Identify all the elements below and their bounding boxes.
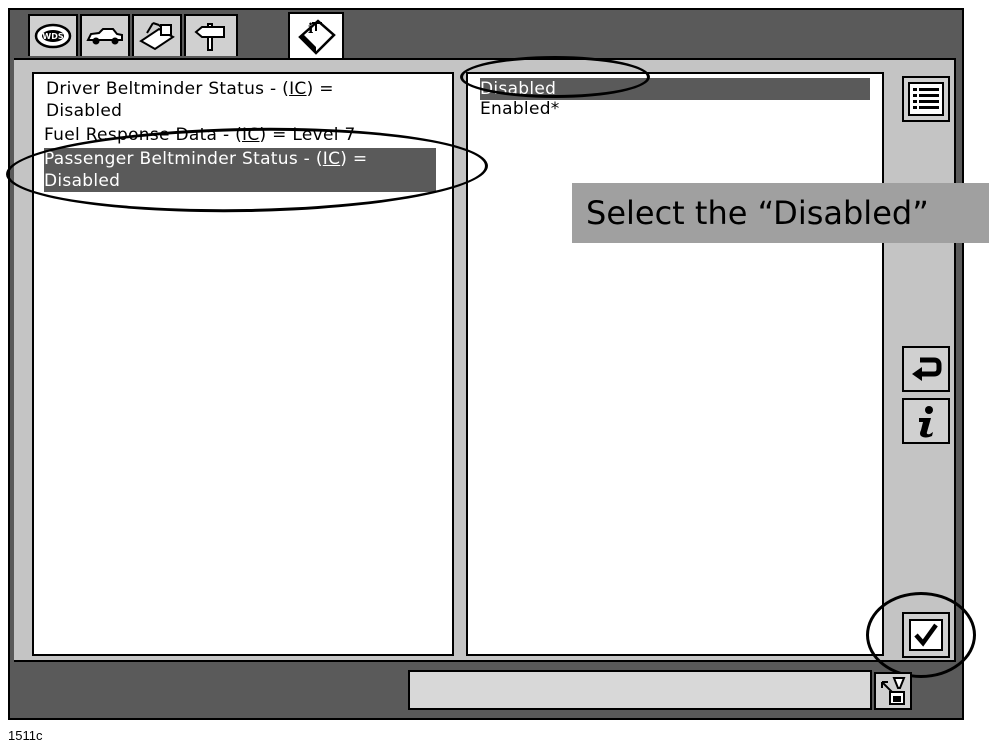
- info-tab[interactable]: i: [288, 12, 344, 60]
- return-arrow-icon: [912, 357, 942, 381]
- signpost-icon: [194, 23, 225, 51]
- highlight-ellipse-confirm: [866, 592, 976, 678]
- tool-icon: [881, 677, 906, 705]
- signpost-tab[interactable]: [184, 14, 238, 56]
- car-icon: [86, 28, 123, 45]
- highlight-ellipse-disabled: [460, 56, 650, 98]
- svg-text:WDS: WDS: [42, 32, 63, 41]
- toolbox-icon: [139, 22, 175, 51]
- figure-caption: 1511c: [8, 728, 43, 743]
- wds-logo-icon: WDS: [34, 23, 72, 49]
- info-book-icon: i: [298, 19, 336, 55]
- status-field: [408, 670, 872, 710]
- vehicle-tab[interactable]: [80, 14, 130, 56]
- toolbox-tab[interactable]: [132, 14, 182, 56]
- list-button[interactable]: [902, 76, 950, 122]
- value-list[interactable]: Disabled Enabled*: [466, 72, 884, 656]
- info-i-icon: [919, 406, 933, 438]
- list-item[interactable]: Driver Beltminder Status - (IC) = Disabl…: [46, 78, 334, 122]
- info-button[interactable]: [902, 398, 950, 444]
- back-button[interactable]: [902, 346, 950, 392]
- status-bar-left: [10, 666, 406, 718]
- tool-button[interactable]: [874, 672, 912, 710]
- value-item[interactable]: Enabled*: [480, 98, 560, 120]
- list-icon: [908, 82, 944, 116]
- instruction-callout: Select the “Disabled”: [572, 183, 989, 243]
- wds-tab[interactable]: WDS: [28, 14, 78, 56]
